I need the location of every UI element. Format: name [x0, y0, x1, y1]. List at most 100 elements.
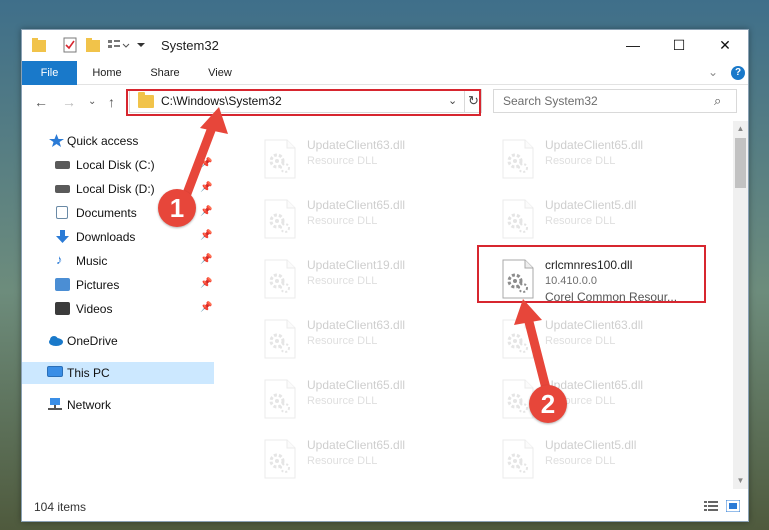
- dll-file-icon: [263, 139, 297, 179]
- dll-file-icon: [501, 139, 535, 179]
- music-icon: ♪: [56, 252, 63, 267]
- pin-icon[interactable]: 📌: [200, 158, 212, 169]
- file-name: UpdateClient63.dll: [307, 318, 406, 332]
- vertical-scrollbar[interactable]: ▲ ▼: [733, 121, 748, 489]
- file-name: UpdateClient65.dll: [545, 138, 644, 152]
- file-item[interactable]: UpdateClient65.dll Resource DLL: [253, 369, 473, 421]
- sidebar-item-label: Videos: [76, 302, 113, 316]
- pin-icon[interactable]: 📌: [200, 254, 212, 265]
- file-name: UpdateClient5.dll: [545, 438, 637, 452]
- recent-locations-icon[interactable]: ⌄: [88, 96, 96, 107]
- tab-home[interactable]: Home: [82, 61, 132, 85]
- network-icon: [47, 398, 62, 411]
- file-item[interactable]: UpdateClient5.dll Resource DLL: [491, 429, 711, 481]
- details-view-icon[interactable]: [704, 500, 718, 512]
- file-item[interactable]: UpdateClient63.dll Resource DLL: [491, 309, 711, 361]
- sidebar-item-label: Local Disk (D:): [76, 182, 155, 196]
- sidebar-item-network[interactable]: Network: [22, 395, 214, 415]
- file-name: UpdateClient65.dll: [307, 198, 406, 212]
- dll-file-icon: [501, 319, 535, 359]
- help-icon[interactable]: ?: [731, 66, 745, 80]
- search-icon: ⌕: [714, 93, 722, 108]
- pin-icon[interactable]: 📌: [200, 182, 212, 193]
- pin-icon[interactable]: 📌: [200, 278, 212, 289]
- sidebar-item-label: Music: [76, 254, 108, 268]
- maximize-button[interactable]: ☐: [656, 30, 702, 61]
- ribbon-tabs: File Home Share View ⌄ ?: [22, 61, 748, 113]
- folder-icon: [32, 37, 46, 53]
- sidebar-item-music[interactable]: ♪ Music 📌: [22, 251, 214, 271]
- cloud-icon: [47, 334, 63, 347]
- dll-file-icon: [263, 199, 297, 239]
- sidebar-item-label: This PC: [67, 366, 110, 380]
- pin-icon[interactable]: 📌: [200, 302, 212, 313]
- drive-icon: [55, 161, 70, 169]
- file-type: Resource DLL: [545, 155, 616, 167]
- scroll-down-icon[interactable]: ▼: [733, 473, 748, 489]
- file-type: Resource DLL: [307, 395, 378, 407]
- properties-icon[interactable]: [63, 37, 77, 53]
- sidebar-item-videos[interactable]: Videos 📌: [22, 299, 214, 319]
- navigation-pane: Quick access Local Disk (C:) 📌 Local Dis…: [22, 121, 214, 489]
- expand-ribbon-icon[interactable]: ⌄: [708, 65, 718, 79]
- minimize-button[interactable]: —: [610, 30, 656, 61]
- customize-toolbar-icon[interactable]: [108, 37, 130, 53]
- file-item[interactable]: UpdateClient65.dll Resource DLL: [253, 189, 473, 241]
- sidebar-item-label: Pictures: [76, 278, 120, 292]
- pin-icon[interactable]: 📌: [200, 230, 212, 241]
- search-input[interactable]: Search System32: [503, 94, 598, 108]
- sidebar-item-onedrive[interactable]: OneDrive: [22, 331, 214, 351]
- file-type: Resource DLL: [545, 215, 616, 227]
- file-item[interactable]: UpdateClient65.dll Resource DLL: [491, 369, 711, 421]
- sidebar-item-label: OneDrive: [67, 334, 118, 348]
- file-name: UpdateClient5.dll: [545, 198, 637, 212]
- videos-icon: [55, 302, 70, 315]
- file-type: Resource DLL: [545, 335, 616, 347]
- scroll-thumb[interactable]: [735, 138, 746, 188]
- file-type: Resource DLL: [307, 155, 378, 167]
- sidebar-item-local-disk-c[interactable]: Local Disk (C:) 📌: [22, 155, 214, 175]
- file-item[interactable]: UpdateClient19.dll Resource DLL: [253, 249, 473, 301]
- file-list: UpdateClient63.dll Resource DLL UpdateClie…: [225, 121, 733, 489]
- title-bar: System32 — ☐ ✕: [22, 30, 748, 61]
- tab-share[interactable]: Share: [140, 61, 190, 85]
- window-title: System32: [161, 38, 219, 53]
- close-button[interactable]: ✕: [702, 30, 748, 61]
- scroll-up-icon[interactable]: ▲: [733, 121, 748, 137]
- file-item[interactable]: UpdateClient65.dll Resource DLL: [491, 129, 711, 181]
- back-button[interactable]: ←: [34, 94, 48, 110]
- forward-button[interactable]: →: [62, 94, 76, 110]
- file-item[interactable]: UpdateClient63.dll Resource DLL: [253, 309, 473, 361]
- sidebar-item-this-pc[interactable]: This PC: [22, 362, 214, 384]
- sidebar-item-label: Documents: [76, 206, 137, 220]
- sidebar-item-label: Local Disk (C:): [76, 158, 155, 172]
- file-type: Resource DLL: [307, 455, 378, 467]
- file-name: UpdateClient19.dll: [307, 258, 406, 272]
- sidebar-item-pictures[interactable]: Pictures 📌: [22, 275, 214, 295]
- highlight-box-file: [477, 245, 706, 303]
- computer-icon: [47, 366, 63, 377]
- search-box[interactable]: Search System32 ⌕: [493, 89, 737, 113]
- file-name: UpdateClient65.dll: [307, 438, 406, 452]
- tab-view[interactable]: View: [197, 61, 243, 85]
- file-item[interactable]: UpdateClient65.dll Resource DLL: [253, 429, 473, 481]
- large-icons-view-icon[interactable]: [725, 499, 741, 513]
- file-item[interactable]: UpdateClient5.dll Resource DLL: [491, 189, 711, 241]
- new-folder-icon[interactable]: [86, 37, 100, 53]
- file-name: UpdateClient63.dll: [545, 318, 644, 332]
- callout-1: 1: [158, 189, 196, 227]
- sidebar-item-downloads[interactable]: Downloads 📌: [22, 227, 214, 247]
- dll-file-icon: [263, 259, 297, 299]
- pin-icon[interactable]: 📌: [200, 206, 212, 217]
- dll-file-icon: [501, 199, 535, 239]
- file-name: UpdateClient65.dll: [307, 378, 406, 392]
- up-button[interactable]: ↑: [108, 94, 115, 110]
- file-item[interactable]: UpdateClient63.dll Resource DLL: [253, 129, 473, 181]
- file-type: Resource DLL: [307, 335, 378, 347]
- item-count: 104 items: [34, 500, 87, 514]
- dll-file-icon: [263, 439, 297, 479]
- file-name: UpdateClient63.dll: [307, 138, 406, 152]
- dll-file-icon: [263, 319, 297, 359]
- sidebar-item-quick-access[interactable]: Quick access: [22, 131, 214, 151]
- qat-dropdown-icon[interactable]: [136, 37, 146, 53]
